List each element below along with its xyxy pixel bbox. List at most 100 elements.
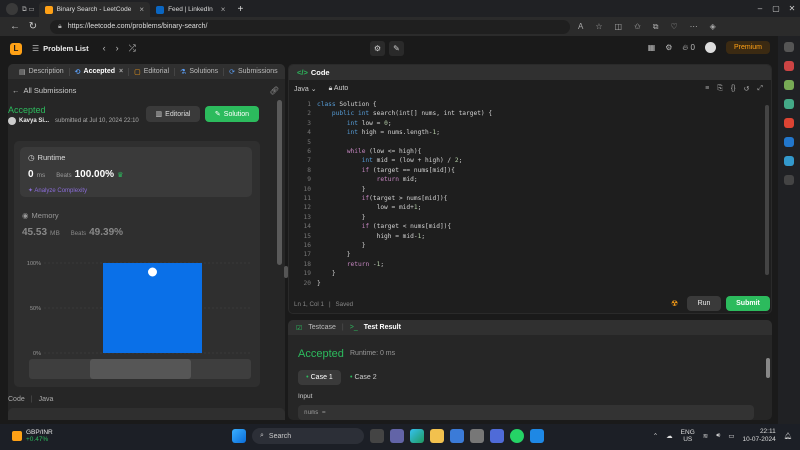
memory-section[interactable]: ◉ Memory <box>22 211 59 220</box>
tab-testcase[interactable]: Testcase <box>308 324 336 331</box>
chart-range-scrubber[interactable] <box>29 359 251 379</box>
analyze-complexity-link[interactable]: ✦ Analyze Complexity <box>28 187 87 194</box>
maximize-icon[interactable]: ▢ <box>768 4 784 13</box>
solution-button[interactable]: ✎ Solution <box>205 106 259 122</box>
leetcode-logo[interactable]: L <box>10 42 22 55</box>
tab-icons[interactable]: ⧉ ▭ <box>18 2 39 17</box>
close-icon[interactable]: × <box>139 5 144 14</box>
input-value-box[interactable]: nums = <box>298 405 754 420</box>
expand-icon[interactable]: ⤢ <box>757 85 763 93</box>
run-button[interactable]: Run <box>687 296 721 311</box>
next-problem-icon[interactable]: › <box>116 43 119 54</box>
reset-icon[interactable]: ↺ <box>744 85 750 93</box>
minimize-icon[interactable]: – <box>752 4 768 13</box>
office-icon[interactable] <box>784 118 794 128</box>
vscode-icon[interactable] <box>530 429 544 443</box>
tools-icon[interactable] <box>784 80 794 90</box>
debug-icon[interactable]: ⚙ <box>370 41 385 56</box>
whatsapp-icon[interactable] <box>510 429 524 443</box>
cloud-icon[interactable]: ☁ <box>666 432 673 440</box>
code-line[interactable]: } <box>317 280 321 287</box>
copilot-icon[interactable]: ◈ <box>710 22 716 32</box>
outlook-icon[interactable] <box>784 137 794 147</box>
test-scrollbar[interactable] <box>766 358 770 378</box>
file-explorer-icon[interactable] <box>430 429 444 443</box>
code-line[interactable]: low = mid+1; <box>317 204 422 211</box>
left-scrollbar[interactable] <box>277 100 282 265</box>
language-indicator[interactable]: ENG US <box>681 429 695 443</box>
new-tab-button[interactable]: + <box>231 2 249 17</box>
submit-button[interactable]: Submit <box>726 296 770 311</box>
app-icon[interactable] <box>490 429 504 443</box>
tab-accepted[interactable]: ⟲ Accepted × <box>70 67 130 76</box>
tab-test-result[interactable]: Test Result <box>364 324 401 331</box>
prev-problem-icon[interactable]: ‹ <box>103 43 106 54</box>
notification-icon[interactable]: 🔔︎ <box>784 432 792 440</box>
settings-icon[interactable] <box>470 429 484 443</box>
auto-mode[interactable]: 🔒︎ Auto <box>329 85 349 93</box>
code-line[interactable]: class Solution { <box>317 101 377 108</box>
bookmark-icon[interactable]: ⎘ <box>717 85 723 93</box>
user-avatar[interactable] <box>8 117 16 125</box>
language-select[interactable]: Java ⌄ <box>294 85 317 93</box>
store-icon[interactable] <box>450 429 464 443</box>
more-icon[interactable]: ⋯ <box>690 22 698 32</box>
code-line[interactable]: } <box>317 214 366 221</box>
games-icon[interactable] <box>784 99 794 109</box>
task-view-icon[interactable] <box>370 429 384 443</box>
favorite-star-icon[interactable]: ☆ <box>595 22 602 32</box>
code-editor[interactable]: 1 class Solution {2 public int search(int… <box>289 99 771 289</box>
code-line[interactable]: high = mid-1; <box>317 233 425 240</box>
user-position-marker[interactable] <box>147 266 158 278</box>
code-line[interactable]: return -1; <box>317 261 384 268</box>
tab-submissions[interactable]: ⟳ Submissions <box>224 68 283 76</box>
teams-icon[interactable] <box>390 429 404 443</box>
close-icon[interactable]: × <box>119 68 123 75</box>
add-icon[interactable] <box>784 175 794 185</box>
battery-icon[interactable]: ▭ <box>728 432 734 440</box>
edge-icon[interactable] <box>410 429 424 443</box>
wifi-icon[interactable]: ≋ <box>703 432 708 440</box>
username[interactable]: Kavya Si... <box>19 118 49 124</box>
profile-icon[interactable] <box>6 2 18 15</box>
code-line[interactable]: if (target < nums[mid]){ <box>317 223 451 230</box>
braces-icon[interactable]: {} <box>731 85 736 93</box>
chevron-up-icon[interactable]: ⌃ <box>653 432 658 440</box>
split-screen-icon[interactable]: ◫ <box>615 22 623 32</box>
code-line[interactable]: if (target == nums[mid]){ <box>317 167 455 174</box>
link-icon[interactable]: 🔗︎ <box>269 86 279 95</box>
volume-icon[interactable]: 🔊︎ <box>716 432 720 440</box>
premium-button[interactable]: Premium <box>725 41 770 54</box>
code-line[interactable]: public int search(int[] nums, int target… <box>317 110 492 117</box>
tab-binary-search[interactable]: Binary Search - LeetCode × <box>38 2 151 17</box>
shopping-icon[interactable] <box>784 61 794 71</box>
code-line[interactable]: int high = nums.length-1; <box>317 129 440 136</box>
window-close-icon[interactable]: ✕ <box>784 4 800 13</box>
code-line[interactable]: while (low <= high){ <box>317 148 422 155</box>
code-line[interactable]: int mid = (low + high) / 2; <box>317 157 463 164</box>
back-icon[interactable]: ← <box>6 21 24 32</box>
read-aloud-icon[interactable]: A <box>578 22 583 32</box>
scrubber-window[interactable] <box>90 359 191 379</box>
back-arrow-icon[interactable]: ← <box>12 86 20 95</box>
code-line[interactable]: } <box>317 251 351 258</box>
tab-solutions[interactable]: ⚗ Solutions <box>175 67 225 76</box>
code-line[interactable]: } <box>317 242 366 249</box>
favorites-icon[interactable]: ✩ <box>634 22 641 32</box>
bug-icon[interactable]: ☢ <box>671 299 678 308</box>
format-icon[interactable]: ≡ <box>705 85 709 93</box>
ticker-widget[interactable]: GBP/INR +0.47% <box>12 429 53 443</box>
tab-description[interactable]: ▤ Description <box>14 67 70 76</box>
url-field[interactable]: 🔒︎ https://leetcode.com/problems/binary-… <box>50 19 570 34</box>
taskbar-search[interactable]: ⌕ Search <box>252 428 364 444</box>
notes-icon[interactable]: ✎ <box>389 41 404 56</box>
code-line[interactable]: int low = 0; <box>317 120 392 127</box>
tab-linkedin[interactable]: Feed | LinkedIn × <box>150 2 231 17</box>
editorial-button[interactable]: ▥ Editorial <box>146 106 200 122</box>
drop-icon[interactable] <box>784 156 794 166</box>
search-icon[interactable] <box>784 42 794 52</box>
code-line[interactable]: if(target > nums[mid]){ <box>317 195 448 202</box>
case-1-button[interactable]: • Case 1 <box>298 370 341 385</box>
code-line[interactable]: } <box>317 186 366 193</box>
collections-icon[interactable]: ⧉ <box>653 22 659 32</box>
